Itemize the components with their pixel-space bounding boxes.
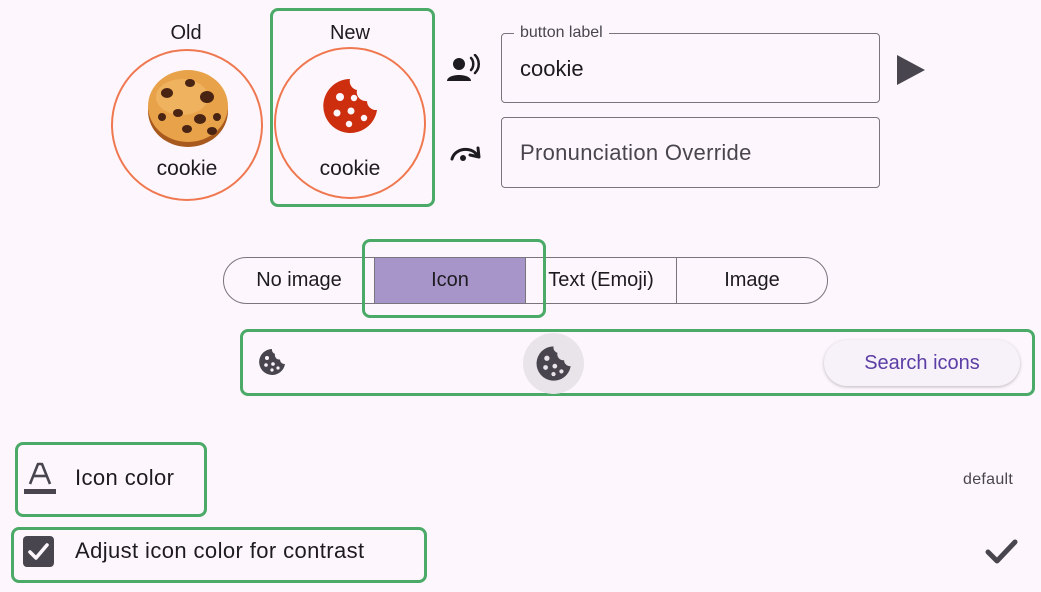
button-label-legend: button label: [514, 24, 609, 42]
icon-color-label[interactable]: Icon color: [75, 465, 174, 491]
new-preview-label: cookie: [319, 157, 381, 180]
text-color-icon: [24, 462, 56, 501]
small-cookie-icon: [258, 348, 286, 381]
play-icon[interactable]: [896, 54, 926, 91]
pronunciation-placeholder: Pronunciation Override: [520, 140, 752, 165]
old-preview-button[interactable]: cookie: [111, 49, 263, 201]
segment-image[interactable]: Image: [677, 258, 827, 303]
pronunciation-override-field[interactable]: Pronunciation Override: [501, 117, 880, 188]
redo-arc-icon[interactable]: [449, 142, 481, 169]
cookie-emoji-image: [145, 65, 231, 154]
current-icon-button[interactable]: [523, 333, 584, 394]
new-heading: New: [329, 22, 370, 44]
check-icon: [985, 539, 1018, 570]
new-preview-button[interactable]: cookie: [274, 47, 426, 199]
voice-icon[interactable]: [446, 53, 482, 89]
contrast-checkbox[interactable]: [23, 536, 54, 572]
segment-no-image[interactable]: No image: [224, 258, 375, 303]
button-label-value: cookie: [520, 56, 584, 81]
icon-segment-highlight: [362, 239, 546, 318]
current-cookie-icon: [535, 345, 572, 387]
segment-text-emoji[interactable]: Text (Emoji): [526, 258, 677, 303]
cookie-icon: [321, 77, 379, 140]
search-icons-button[interactable]: Search icons: [824, 340, 1020, 386]
old-preview-label: cookie: [156, 157, 218, 180]
button-label-field[interactable]: button label cookie: [501, 24, 880, 103]
icon-color-value: default: [963, 471, 1014, 488]
contrast-label[interactable]: Adjust icon color for contrast: [75, 538, 365, 564]
old-heading: Old: [170, 22, 202, 44]
